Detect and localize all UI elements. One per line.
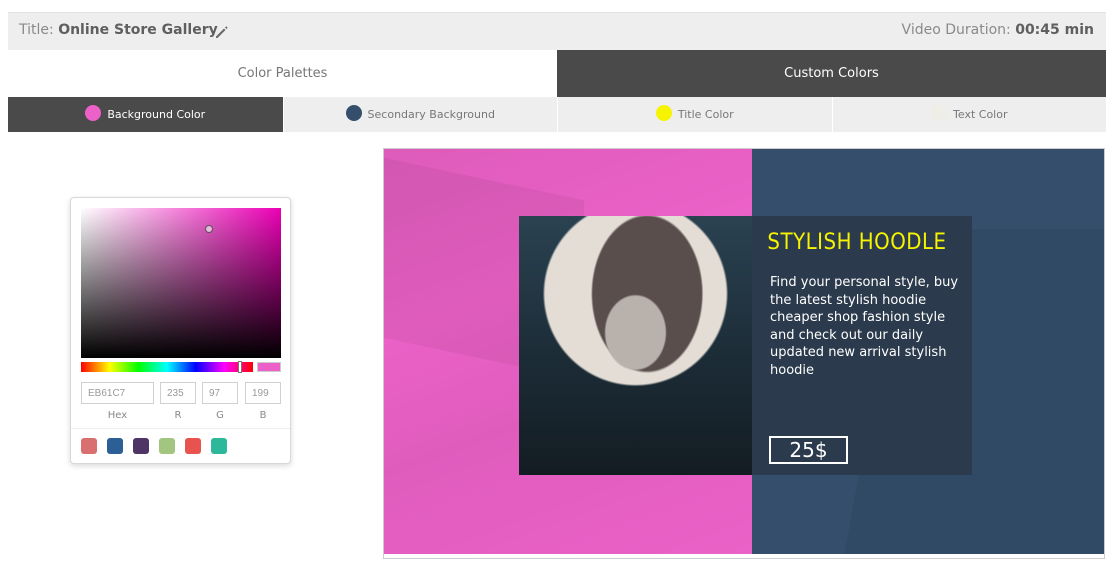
title-bar: Title: Online Store Gallery Video Durati… — [8, 12, 1106, 50]
price-tag: 25$ — [769, 436, 848, 464]
color-dot-icon — [655, 104, 672, 121]
tab-title-color[interactable]: Title Color — [557, 97, 832, 132]
product-title: STYLISH HOODLE — [767, 230, 947, 255]
tab-secondary-background[interactable]: Secondary Background — [282, 97, 557, 132]
color-dot-icon — [345, 104, 362, 121]
video-title: Title: Online Store Gallery — [19, 22, 218, 38]
hue-handle[interactable] — [238, 361, 242, 373]
tab-custom-colors[interactable]: Custom Colors — [557, 50, 1106, 97]
duration-label: Video Duration: — [901, 22, 1011, 38]
swatch-5[interactable] — [185, 438, 201, 454]
title-value: Online Store Gallery — [58, 22, 218, 38]
main-tabs: Color Palettes Custom Colors — [8, 50, 1106, 97]
current-color-preview — [257, 362, 281, 372]
swatch-1[interactable] — [81, 438, 97, 454]
swatch-6[interactable] — [211, 438, 227, 454]
video-duration: Video Duration: 00:45 min — [902, 22, 1094, 38]
swatch-2[interactable] — [107, 438, 123, 454]
red-label: R — [174, 410, 182, 421]
green-label: G — [216, 410, 224, 421]
tab-label: Title Color — [677, 108, 734, 121]
color-target-tabs: Background Color Secondary Background Ti… — [8, 97, 1106, 132]
saturation-value-area[interactable] — [81, 208, 281, 358]
product-description: Find your personal style, buy the latest… — [770, 275, 959, 378]
title-label: Title: — [19, 22, 54, 38]
swatch-4[interactable] — [159, 438, 175, 454]
tab-text-color[interactable]: Text Color — [831, 97, 1106, 132]
divider — [71, 428, 290, 429]
saturation-handle[interactable] — [205, 225, 213, 233]
green-input[interactable] — [202, 382, 238, 404]
hoodie-photo — [519, 216, 752, 475]
edit-pencil-icon[interactable] — [214, 24, 230, 40]
color-picker: Hex R G B — [70, 197, 291, 464]
blue-label: B — [259, 410, 267, 421]
tab-color-palettes[interactable]: Color Palettes — [8, 50, 557, 97]
swatch-3[interactable] — [133, 438, 149, 454]
tab-label: Secondary Background — [367, 108, 495, 121]
tab-background-color[interactable]: Background Color — [8, 97, 283, 132]
duration-value: 00:45 min — [1015, 22, 1094, 38]
product-card: STYLISH HOODLE Find your personal style,… — [752, 216, 972, 475]
tab-label: Background Color — [107, 108, 206, 121]
hex-label: Hex — [107, 410, 128, 421]
color-dot-icon — [85, 104, 102, 121]
red-input[interactable] — [160, 382, 196, 404]
preview-bottom-strip — [384, 554, 1104, 558]
hue-slider[interactable] — [81, 361, 253, 373]
video-preview: STYLISH HOODLE Find your personal style,… — [383, 148, 1105, 559]
blue-input[interactable] — [245, 382, 281, 404]
hex-input[interactable] — [81, 382, 154, 404]
color-dot-icon — [931, 104, 948, 121]
tab-label: Text Color — [953, 108, 1008, 121]
